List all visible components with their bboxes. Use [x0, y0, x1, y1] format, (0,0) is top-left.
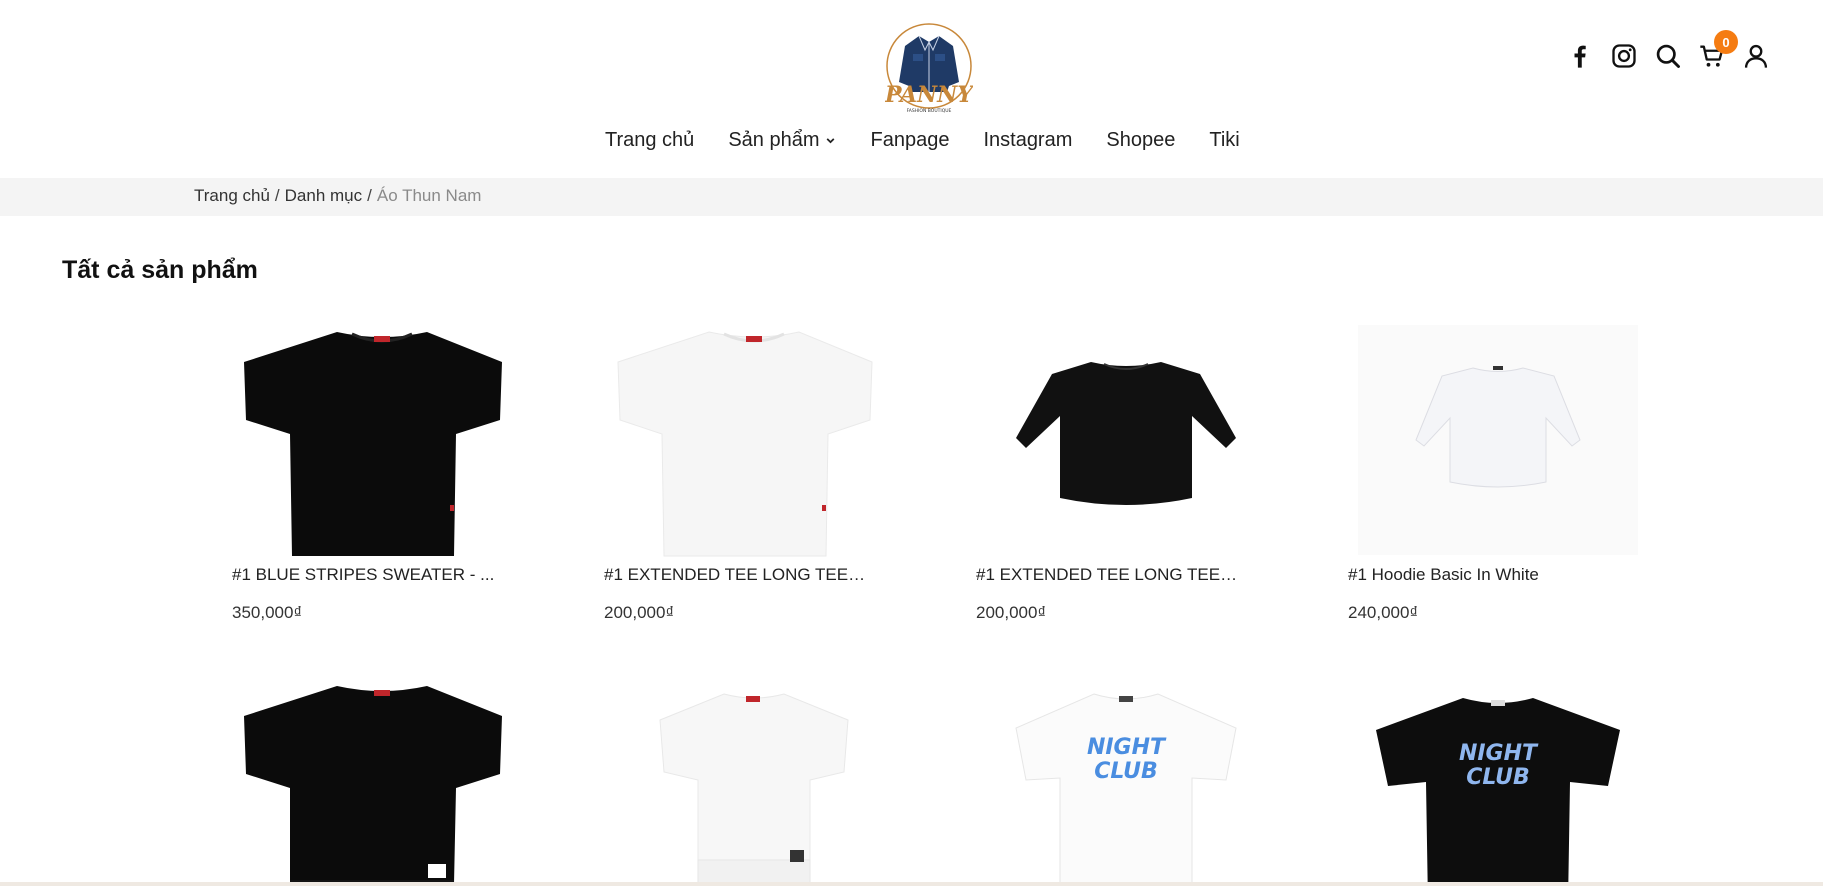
- nav-instagram-label: Instagram: [983, 129, 1073, 151]
- page: PANNY FASHION BOUTIQUE Trang chủ Sản phẩ…: [0, 0, 1823, 882]
- product-image[interactable]: [232, 320, 532, 560]
- chevron-down-icon: [827, 138, 835, 144]
- instagram-button[interactable]: [1602, 38, 1646, 74]
- svg-text:FASHION BOUTIQUE: FASHION BOUTIQUE: [907, 108, 952, 114]
- account-button[interactable]: [1734, 38, 1778, 74]
- svg-text:PANNY: PANNY: [885, 82, 973, 108]
- product-card[interactable]: [232, 674, 532, 882]
- nav-instagram[interactable]: Instagram: [966, 126, 1089, 155]
- product-image[interactable]: [232, 674, 532, 882]
- breadcrumb-current: Áo Thun Nam: [376, 186, 482, 205]
- brand-logo[interactable]: PANNY FASHION BOUTIQUE: [884, 22, 975, 116]
- product-card[interactable]: #1 BLUE STRIPES SWEATER - ... 350,000₫: [232, 320, 532, 623]
- product-name[interactable]: #1 EXTENDED TEE LONG TEE -...: [604, 565, 869, 585]
- breadcrumb-separator: /: [274, 186, 280, 205]
- breadcrumb-category[interactable]: Danh mục: [285, 186, 362, 205]
- black-tshirt-image: [244, 332, 502, 556]
- print-text-line2: CLUB: [1094, 759, 1158, 784]
- product-card[interactable]: #1 EXTENDED TEE LONG TEE -... 200,000₫: [976, 320, 1276, 623]
- breadcrumb-bar: Trang chủ / Danh mục / Áo Thun Nam: [0, 178, 1823, 216]
- product-image[interactable]: [1348, 320, 1648, 560]
- instagram-icon: [1612, 44, 1636, 68]
- product-price: 350,000₫: [232, 603, 303, 622]
- logo-jacket-icon: PANNY FASHION BOUTIQUE: [884, 23, 975, 114]
- search-button[interactable]: [1646, 38, 1690, 74]
- black-longsleeve-image: [1016, 362, 1236, 505]
- black-nightclub-tshirt-image: NIGHT CLUB: [1376, 698, 1620, 882]
- product-price: 200,000₫: [604, 603, 675, 622]
- nav-tiki[interactable]: Tiki: [1192, 126, 1256, 155]
- white-nightclub-tshirt-image: NIGHT CLUB: [1015, 693, 1237, 882]
- nav-shopee-label: Shopee: [1106, 129, 1176, 151]
- page-title: Tất cả sản phẩm: [62, 256, 258, 284]
- product-card[interactable]: NIGHT CLUB: [976, 674, 1276, 882]
- user-icon: [1744, 44, 1768, 68]
- product-card[interactable]: #1 Hoodie Basic In White 240,000₫: [1348, 320, 1648, 623]
- facebook-button[interactable]: [1558, 38, 1602, 74]
- site-header: PANNY FASHION BOUTIQUE Trang chủ Sản phẩ…: [0, 0, 1823, 178]
- product-name[interactable]: #1 Hoodie Basic In White: [1348, 565, 1613, 585]
- nav-products-label: Sản phẩm: [728, 129, 820, 151]
- print-text-line2: CLUB: [1466, 765, 1530, 790]
- black-extended-tshirt-image: [244, 686, 502, 882]
- header-icons: 0: [1558, 30, 1778, 74]
- product-card[interactable]: #1 EXTENDED TEE LONG TEE -... 200,000₫: [604, 320, 904, 623]
- facebook-icon: [1574, 45, 1586, 68]
- product-name[interactable]: #1 BLUE STRIPES SWEATER - ...: [232, 565, 497, 585]
- main-nav: Trang chủ Sản phẩm Fanpage Instagram Sho…: [588, 126, 1257, 155]
- nav-home-label: Trang chủ: [605, 129, 695, 151]
- nav-products[interactable]: Sản phẩm: [711, 126, 853, 155]
- product-name[interactable]: #1 EXTENDED TEE LONG TEE -...: [976, 565, 1241, 585]
- search-icon: [1656, 44, 1680, 68]
- product-card[interactable]: [604, 674, 904, 882]
- nav-shopee[interactable]: Shopee: [1089, 126, 1192, 155]
- nav-home[interactable]: Trang chủ: [588, 126, 711, 155]
- product-price: 200,000₫: [976, 603, 1047, 622]
- product-image[interactable]: NIGHT CLUB: [1348, 674, 1648, 882]
- product-image[interactable]: [604, 320, 904, 560]
- product-price: 240,000₫: [1348, 603, 1419, 622]
- nav-fanpage[interactable]: Fanpage: [853, 126, 966, 155]
- white-hoodie-image: [1358, 325, 1638, 555]
- breadcrumb: Trang chủ / Danh mục / Áo Thun Nam: [194, 186, 481, 206]
- breadcrumb-home[interactable]: Trang chủ: [194, 186, 270, 205]
- product-image[interactable]: [976, 320, 1276, 560]
- nav-tiki-label: Tiki: [1209, 129, 1240, 151]
- breadcrumb-separator: /: [367, 186, 372, 205]
- print-text-line1: NIGHT: [1087, 735, 1167, 760]
- white-extended-tshirt-image: [659, 693, 849, 882]
- product-image[interactable]: [604, 674, 904, 882]
- product-image[interactable]: NIGHT CLUB: [976, 674, 1276, 882]
- nav-fanpage-label: Fanpage: [870, 129, 950, 151]
- print-text-line1: NIGHT: [1459, 741, 1539, 766]
- product-card[interactable]: NIGHT CLUB: [1348, 674, 1648, 882]
- cart-button[interactable]: 0: [1690, 30, 1738, 74]
- white-tshirt-image: [617, 331, 873, 557]
